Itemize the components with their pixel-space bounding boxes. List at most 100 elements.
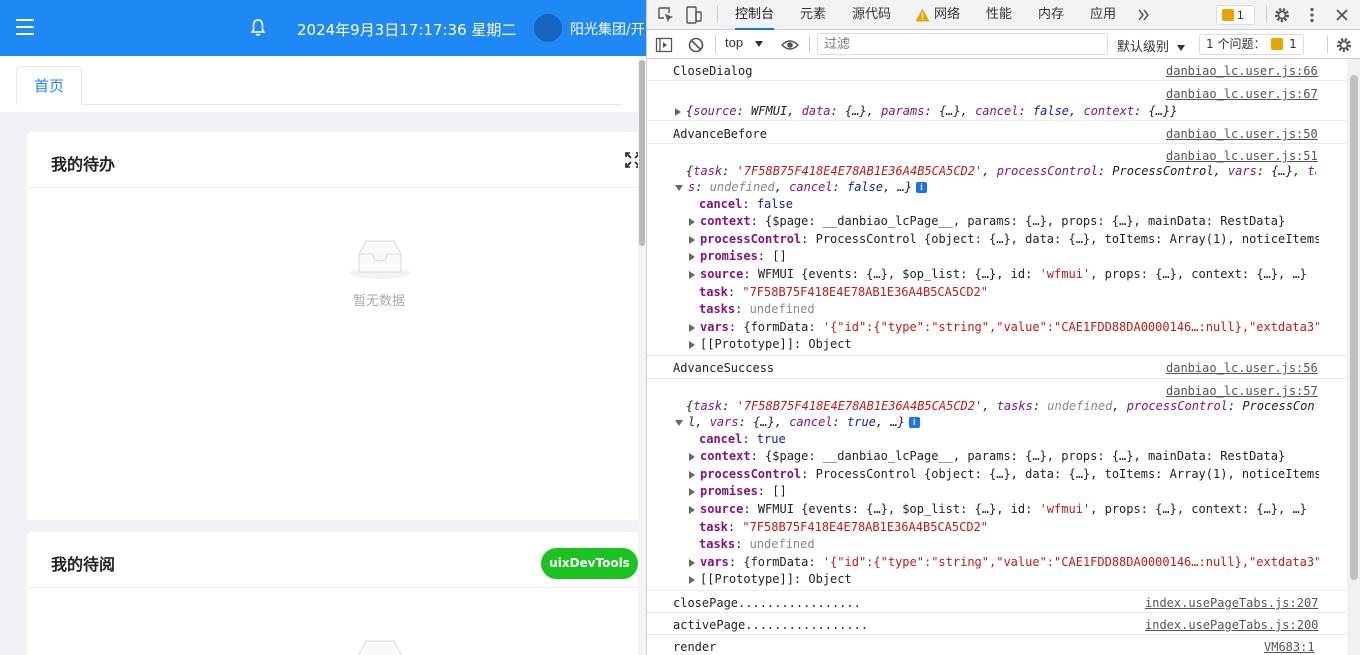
to-read-card-title: 我的待阅 (51, 555, 116, 574)
property-row[interactable]: source: WFMUI {events: {…}, $op_list: {…… (689, 502, 1319, 516)
issues-count-number: 1 (1289, 37, 1297, 51)
source-link[interactable]: index.usePageTabs.js:207 (1145, 596, 1318, 610)
message-text: AdvanceSuccess (673, 361, 775, 375)
console-message: activePage................. index.usePag… (647, 613, 1347, 635)
property-row[interactable]: [[Prototype]]: Object (689, 572, 852, 586)
source-link[interactable]: danbiao_lc.user.js:50 (1166, 127, 1318, 141)
expand-arrow-icon (689, 575, 695, 584)
separator (715, 36, 716, 53)
separator (717, 6, 718, 23)
info-icon[interactable]: i (908, 417, 920, 428)
app-scrollbar[interactable] (638, 56, 646, 655)
console-scroll-thumb[interactable] (1350, 75, 1358, 580)
source-link[interactable]: danbiao_lc.user.js:66 (1166, 64, 1318, 78)
expand-arrow-icon (689, 452, 695, 461)
console-log: CloseDialog danbiao_lc.user.js:66 danbia… (647, 59, 1347, 655)
property-row[interactable]: [[Prototype]]: Object (689, 337, 852, 351)
message-text: closePage................. (673, 596, 861, 610)
sidebar-toggle-icon[interactable] (655, 36, 673, 54)
warning-square-icon (1222, 9, 1234, 21)
page-tab-bar: 首页 (0, 56, 646, 112)
property-row[interactable]: processControl: ProcessControl {object: … (689, 232, 1319, 246)
web-app: 2024年9月3日17:17:36 星期二 阳光集团/开 首页 我的待办 暂无数… (0, 0, 646, 655)
app-scroll-thumb[interactable] (639, 60, 645, 246)
source-link[interactable]: danbiao_lc.user.js:51 (1166, 149, 1318, 163)
property-row[interactable]: vars: {formData: '{"id":{"type":"string"… (689, 320, 1319, 334)
message-text: CloseDialog (673, 64, 753, 78)
console-message: danbiao_lc.user.js:57 {task: '7F58B75F41… (647, 379, 1347, 591)
dropdown-icon (754, 40, 763, 47)
object-preview-cont[interactable]: s: undefined, cancel: false, …} i (675, 180, 1315, 194)
context-select-value: top (725, 35, 744, 50)
property-row[interactable]: source: WFMUI {events: {…}, $op_list: {…… (689, 267, 1319, 281)
more-options-icon[interactable] (1303, 6, 1321, 24)
tab-network[interactable]: 网络 (934, 0, 960, 30)
issues-count-label: 1 个问题： (1206, 37, 1266, 51)
bell-icon[interactable] (250, 19, 266, 37)
close-icon[interactable] (1333, 6, 1351, 24)
source-link[interactable]: index.usePageTabs.js:200 (1145, 618, 1318, 632)
property-row[interactable]: processControl: ProcessControl {object: … (689, 467, 1319, 481)
property-row[interactable]: vars: {formData: '{"id":{"type":"string"… (689, 555, 1319, 569)
console-message: CloseDialog danbiao_lc.user.js:66 (647, 59, 1347, 81)
property-row[interactable]: promises: [] (689, 249, 787, 263)
console-message: closePage................. index.usePage… (647, 591, 1347, 613)
devtools-tab-bar: 控制台 元素 源代码 网络 性能 内存 应用 1 (647, 0, 1360, 30)
context-select[interactable]: top (725, 35, 768, 50)
property-row[interactable]: context: {$page: __danbiao_lcPage__, par… (689, 449, 1319, 463)
source-link[interactable]: danbiao_lc.user.js:67 (1166, 87, 1318, 101)
eye-icon[interactable] (781, 36, 799, 54)
info-icon[interactable]: i (916, 182, 928, 193)
source-link[interactable]: VM683:1 (1264, 640, 1315, 654)
collapse-arrow-icon (675, 419, 683, 426)
console-message: render VM683:1 (647, 635, 1347, 655)
settings-gear-icon[interactable] (1273, 6, 1291, 24)
avatar[interactable] (534, 14, 562, 42)
card-divider (27, 187, 646, 188)
expand-arrow-icon (689, 323, 695, 332)
uix-devtools-button[interactable]: uixDevTools (541, 548, 638, 579)
source-link[interactable]: danbiao_lc.user.js:57 (1166, 384, 1318, 398)
expand-arrow-icon (689, 470, 695, 479)
property-row[interactable]: promises: [] (689, 484, 787, 498)
property-row[interactable]: context: {$page: __danbiao_lcPage__, par… (689, 214, 1319, 228)
menu-icon[interactable] (16, 19, 34, 35)
log-level-select[interactable]: 默认级别 (1117, 36, 1190, 55)
expand-arrow-icon (689, 235, 695, 244)
filter-input[interactable] (817, 33, 1108, 55)
console-scrollbar[interactable] (1347, 59, 1360, 655)
console-message: danbiao_lc.user.js:67 {source: WFMUI, da… (647, 81, 1347, 121)
empty-box-icon (349, 240, 411, 279)
tab-memory[interactable]: 内存 (1038, 0, 1064, 30)
more-tabs-icon[interactable] (1137, 8, 1151, 22)
source-link[interactable]: danbiao_lc.user.js:56 (1166, 361, 1318, 375)
object-preview-cont[interactable]: l, vars: {…}, cancel: true, …} i (675, 415, 1315, 429)
object-preview[interactable]: {task: '7F58B75F418E4E78AB1E36A4B5CA5CD2… (686, 399, 1316, 413)
inspect-element-icon[interactable] (657, 6, 675, 24)
console-toolbar: top 默认级别 1 个问题： 1 (647, 30, 1360, 59)
tab-performance[interactable]: 性能 (986, 0, 1012, 30)
console-message: AdvanceSuccess danbiao_lc.user.js:56 (647, 356, 1347, 379)
property-row: cancel: true (699, 432, 786, 446)
object-preview[interactable]: {task: '7F58B75F418E4E78AB1E36A4B5CA5CD2… (686, 164, 1316, 178)
console-settings-gear-icon[interactable] (1335, 36, 1353, 54)
tab-application[interactable]: 应用 (1090, 0, 1116, 30)
company-name[interactable]: 阳光集团/开 (570, 19, 645, 39)
issues-count-button[interactable]: 1 个问题： 1 (1199, 34, 1304, 55)
property-row: cancel: false (699, 197, 793, 211)
tab-sources[interactable]: 源代码 (852, 0, 891, 30)
issues-badge[interactable]: 1 (1216, 5, 1255, 25)
expand-arrow-icon (689, 558, 695, 567)
property-row: tasks: undefined (699, 537, 815, 551)
separator (1266, 6, 1267, 23)
tab-console[interactable]: 控制台 (735, 0, 775, 30)
tab-elements[interactable]: 元素 (800, 0, 826, 30)
device-toolbar-icon[interactable] (685, 6, 703, 24)
expand-arrow-icon (689, 505, 695, 514)
message-text: activePage................. (673, 618, 869, 632)
tab-home[interactable]: 首页 (16, 66, 82, 105)
object-preview[interactable]: {source: WFMUI, data: {…}, params: {…}, … (675, 104, 1335, 118)
console-message: AdvanceBefore danbiao_lc.user.js:50 (647, 121, 1347, 144)
clear-console-icon[interactable] (687, 36, 705, 54)
expand-arrow-icon (689, 217, 695, 226)
